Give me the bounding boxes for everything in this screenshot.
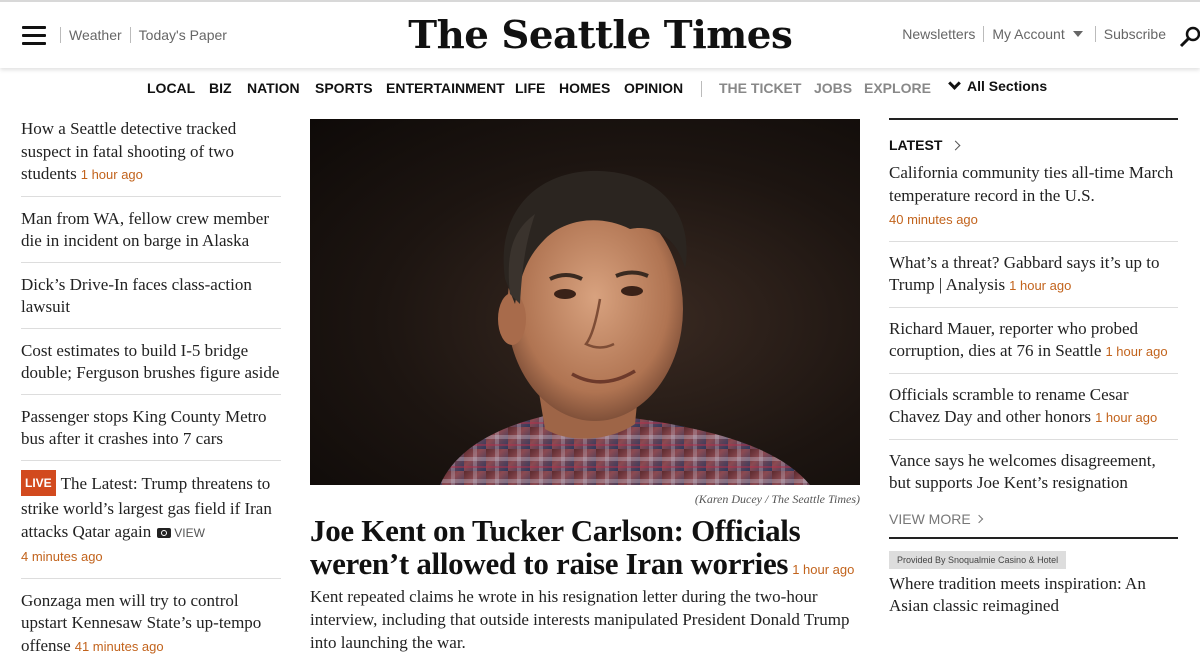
lead-photo[interactable] [310, 119, 860, 485]
view-more-label: VIEW MORE [889, 510, 971, 527]
latest-heading[interactable]: LATEST [889, 118, 1178, 158]
all-sections-label: All Sections [967, 78, 1048, 94]
nav-the-ticket[interactable]: THE TICKET [719, 80, 801, 96]
newsletters-link[interactable]: Newsletters [902, 26, 975, 42]
my-account-link[interactable]: My Account [992, 26, 1064, 42]
nav-opinion[interactable]: OPINION [624, 80, 683, 96]
top-header: Weather Today's Paper The Seattle Times … [0, 0, 1200, 68]
nav-jobs[interactable]: JOBS [814, 80, 852, 96]
story-time: 1 hour ago [1095, 410, 1158, 425]
nav-nation[interactable]: NATION [247, 80, 300, 96]
view-link[interactable]: VIEW [157, 526, 205, 540]
nav-homes[interactable]: HOMES [559, 80, 610, 96]
story-title: The Latest: Trump threatens to strike wo… [21, 473, 272, 541]
list-item[interactable]: What’s a threat? Gabbard says it’s up to… [889, 252, 1178, 308]
list-item[interactable]: Gonzaga men will try to control upstart … [21, 590, 281, 660]
lead-headline[interactable]: Joe Kent on Tucker Carlson: Officials we… [310, 514, 870, 586]
story-title: California community ties all-time March… [889, 163, 1174, 205]
list-item[interactable]: Man from WA, fellow crew member die in i… [21, 208, 281, 263]
nav-biz[interactable]: BIZ [209, 80, 232, 96]
story-time: 1 hour ago [1009, 278, 1072, 293]
list-item[interactable]: Officials scramble to rename Cesar Chave… [889, 384, 1178, 440]
divider [889, 536, 1178, 539]
chevron-right-icon [950, 140, 961, 150]
story-time: 1 hour ago [792, 562, 855, 577]
portrait-illustration [440, 170, 810, 485]
utility-links-right: Newsletters My Account Subscribe [902, 26, 1166, 42]
nav-explore[interactable]: EXPLORE [864, 80, 931, 96]
lead-summary: Kent repeated claims he wrote in his res… [310, 587, 850, 652]
divider [983, 26, 985, 42]
story-title: Passenger stops King County Metro bus af… [21, 406, 267, 449]
nav-entertainment[interactable]: ENTERTAINMENT [386, 80, 505, 96]
list-item[interactable]: Vance says he welcomes disagreement, but… [889, 450, 1178, 504]
list-item[interactable]: Cost estimates to build I-5 bridge doubl… [21, 340, 281, 395]
view-label: VIEW [174, 525, 205, 540]
list-item[interactable]: California community ties all-time March… [889, 162, 1178, 242]
section-nav: LOCAL BIZ NATION SPORTS ENTERTAINMENT LI… [0, 77, 1200, 100]
list-item[interactable]: How a Seattle detective tracked suspect … [21, 118, 281, 197]
search-icon[interactable] [1178, 26, 1200, 48]
headline-text: Joe Kent on Tucker Carlson: Officials we… [310, 513, 801, 581]
left-story-list: How a Seattle detective tracked suspect … [21, 118, 281, 660]
story-time: 1 hour ago [80, 167, 143, 182]
latest-heading-label: LATEST [889, 137, 943, 153]
latest-sidebar: LATEST California community ties all-tim… [889, 118, 1178, 618]
story-title: Man from WA, fellow crew member die in i… [21, 208, 269, 251]
nav-sports[interactable]: SPORTS [315, 80, 373, 96]
sponsored-story-title[interactable]: Where tradition meets inspiration: An As… [889, 573, 1178, 618]
nav-divider [701, 81, 702, 97]
list-item[interactable]: Richard Mauer, reporter who probed corru… [889, 318, 1178, 374]
nav-local[interactable]: LOCAL [147, 80, 195, 96]
story-time: 4 minutes ago [21, 549, 103, 564]
story-title: Richard Mauer, reporter who probed corru… [889, 318, 1139, 361]
view-more-link[interactable]: VIEW MORE [889, 508, 1178, 530]
list-item[interactable]: Passenger stops King County Metro bus af… [21, 406, 281, 461]
story-title: Officials scramble to rename Cesar Chave… [889, 384, 1129, 427]
photo-credit: (Karen Ducey / The Seattle Times) [694, 492, 860, 506]
camera-icon [157, 527, 172, 538]
story-title: Vance says he welcomes disagreement, but… [889, 450, 1156, 493]
divider [1094, 26, 1096, 42]
story-time: 1 hour ago [1105, 344, 1168, 359]
list-item[interactable]: Dick’s Drive-In faces class-action lawsu… [21, 274, 281, 329]
chevron-down-icon [948, 77, 961, 90]
subscribe-link[interactable]: Subscribe [1104, 26, 1166, 42]
all-sections-button[interactable]: All Sections [948, 77, 1048, 94]
list-item[interactable]: LIVE The Latest: Trump threatens to strik… [21, 469, 281, 579]
chevron-right-icon [974, 514, 983, 523]
story-time: 41 minutes ago [74, 638, 164, 654]
caret-down-icon[interactable] [1072, 31, 1083, 37]
sponsor-label: Provided By Snoqualmie Casino & Hotel [889, 550, 1067, 569]
story-time: 40 minutes ago [889, 212, 978, 227]
nav-life[interactable]: LIFE [515, 80, 545, 96]
story-title: Dick’s Drive-In faces class-action lawsu… [21, 274, 252, 317]
story-title: Cost estimates to build I-5 bridge doubl… [21, 340, 280, 383]
live-badge: LIVE [21, 469, 56, 496]
